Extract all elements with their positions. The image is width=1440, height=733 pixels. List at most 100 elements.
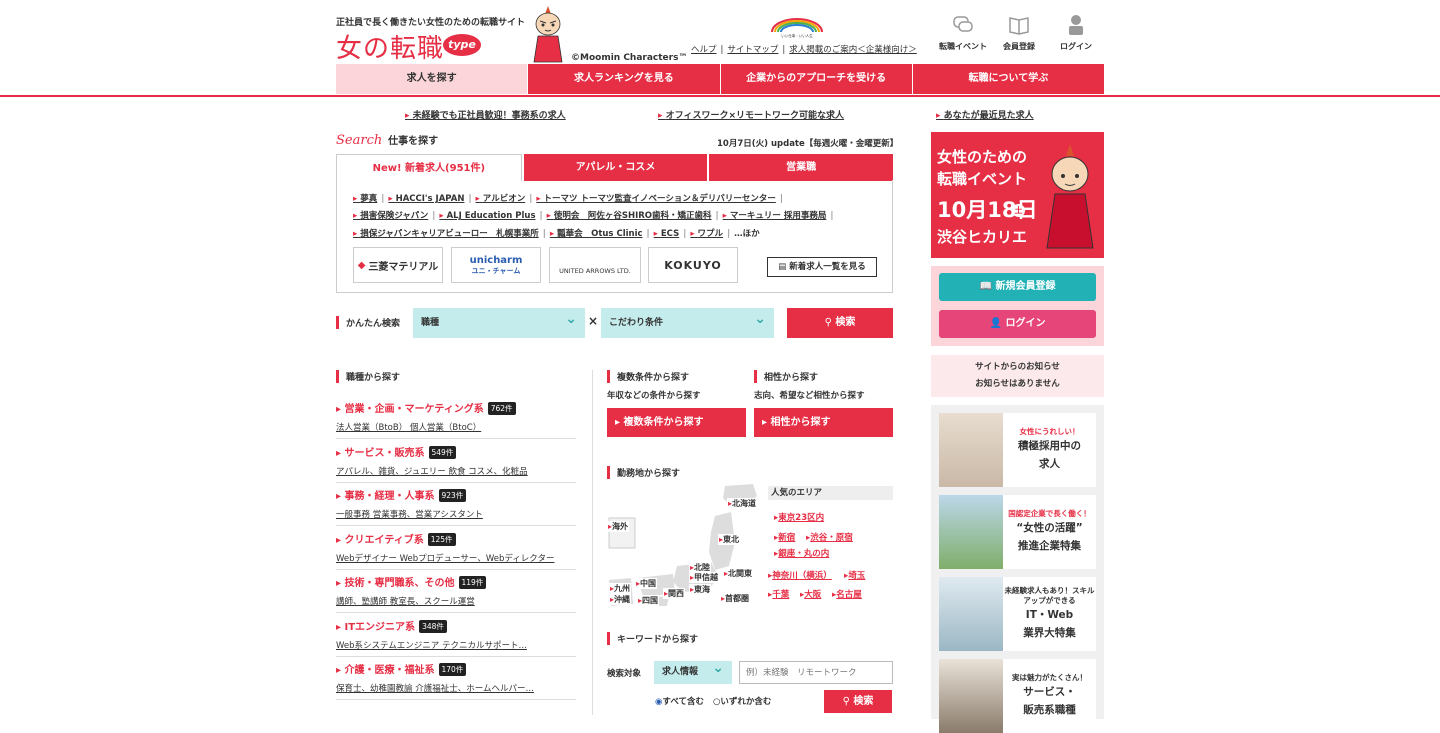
sublink-inexperienced[interactable]: 未経験でも正社員歓迎！事務系の求人 xyxy=(405,108,566,121)
easy-search-button[interactable]: ⚲ 検索 xyxy=(787,308,893,338)
area-nagoya[interactable]: 名古屋 xyxy=(832,588,862,600)
category-sub-links[interactable]: 保育士、幼稚園教諭 介護福祉士、ホームヘルパー… xyxy=(336,682,576,700)
pref-shikoku[interactable]: 四国 xyxy=(637,595,660,606)
site-header: 正社員で長く働きたい女性のための転職サイト 女の転職 type ©Moomin … xyxy=(0,0,1440,97)
job-tabs: New! 新着求人(951件) アパレル・コスメ 営業職 xyxy=(336,154,894,181)
area-chiba[interactable]: 千葉 xyxy=(768,588,789,600)
radio-any[interactable]: ○いずれか含む xyxy=(713,697,771,707)
pref-hokkaido[interactable]: 北海道 xyxy=(727,498,758,509)
help-link[interactable]: ヘルプ xyxy=(691,45,717,55)
logo-badge[interactable]: type xyxy=(443,34,481,56)
building-photo xyxy=(939,495,1003,569)
keyword-input[interactable] xyxy=(739,661,893,684)
category-sub-links[interactable]: 講師、塾講師 教室長、スクール運営 xyxy=(336,595,576,613)
event-header-label: 転職イベント xyxy=(939,42,987,51)
company-link[interactable]: 損害保険ジャパン xyxy=(353,211,428,221)
category-link[interactable]: 技術・専門職系、その他 xyxy=(336,578,455,589)
category-link[interactable]: サービス・販売系 xyxy=(336,448,425,459)
category-link[interactable]: 介護・医療・福祉系 xyxy=(336,665,435,676)
tab-apparel[interactable]: アパレル・コスメ xyxy=(523,154,708,181)
category-sub-links[interactable]: 法人営業（BtoB） 個人営業（BtoC） xyxy=(336,421,576,439)
logo-unicharm[interactable]: unicharm ユニ・チャーム xyxy=(451,247,541,283)
condition-select[interactable]: こだわり条件 xyxy=(601,304,774,338)
tab-new[interactable]: New! 新着求人(951件) xyxy=(336,154,522,181)
area-saitama[interactable]: 埼玉 xyxy=(844,569,865,581)
recruit-guide-link[interactable]: 求人掲載のご案内＜企業様向け＞ xyxy=(789,45,917,55)
login-button[interactable]: 👤 ログイン xyxy=(939,310,1096,338)
company-link[interactable]: 徳明会 阿佐ヶ谷SHIRO歯科・矯正歯科 xyxy=(547,211,712,221)
company-link[interactable]: 瓢華会 Otus Clinic xyxy=(550,229,643,239)
top-links: ヘルプ | サイトマップ | 求人掲載のご案内＜企業様向け＞ xyxy=(691,45,917,55)
pref-shutoken[interactable]: 首都圏 xyxy=(720,593,751,604)
company-link[interactable]: ワプル xyxy=(690,229,723,239)
feature-card[interactable]: 国認定企業で長く働く！ “女性の活躍” 推進企業特集 xyxy=(939,495,1096,569)
pref-tokai[interactable]: 東海 xyxy=(689,584,712,595)
company-link[interactable]: アルビオン xyxy=(476,194,526,204)
logo-mitsubishi[interactable]: ◆ 三菱マテリアル xyxy=(353,247,443,283)
book-icon: 📖 xyxy=(979,281,996,292)
radio-all[interactable]: ◉すべて含む xyxy=(655,697,704,707)
category-link[interactable]: ITエンジニア系 xyxy=(336,622,415,633)
event-header-button[interactable]: 転職イベント xyxy=(937,14,989,52)
pref-kitakanto[interactable]: 北関東 xyxy=(723,568,754,579)
copyright-text: ©Moomin Characters™ xyxy=(571,53,688,63)
category-sub-links[interactable]: アパレル、雑貨、ジュエリー 飲食 コスメ、化粧品 xyxy=(336,465,576,483)
new-jobs-list-button[interactable]: ▤ 新着求人一覧を見る xyxy=(767,257,877,277)
logo-kokuyo[interactable]: KOKUYO xyxy=(648,247,738,283)
category-sub-links[interactable]: 一般事務 営業事務、営業アシスタント xyxy=(336,508,576,526)
category-link[interactable]: 営業・企画・マーケティング系 xyxy=(336,404,484,415)
category-link[interactable]: 事務・経理・人事系 xyxy=(336,491,435,502)
feature-card[interactable]: 実は魅力がたくさん！ サービス・ 販売系職種 xyxy=(939,659,1096,733)
site-logo[interactable]: 女の転職 xyxy=(336,28,444,65)
area-ginza[interactable]: 銀座・丸の内 xyxy=(774,547,829,559)
pref-okinawa[interactable]: 沖縄 xyxy=(609,594,632,605)
feature-line1: IT・Web xyxy=(1025,609,1074,621)
nav-approach[interactable]: 企業からのアプローチを受ける xyxy=(719,64,912,94)
nav-job-search[interactable]: 求人を探す xyxy=(336,64,528,94)
feature-card[interactable]: 未経験求人もあり！スキルアップができる IT・Web 業界大特集 xyxy=(939,577,1096,651)
register-header-button[interactable]: 会員登録 xyxy=(993,14,1045,52)
area-osaka[interactable]: 大阪 xyxy=(800,588,821,600)
company-link[interactable]: ECS xyxy=(654,229,680,239)
category-count: 125件 xyxy=(427,532,456,546)
category-sub-links[interactable]: Web系システムエンジニア テクニカルサポート… xyxy=(336,639,576,657)
pref-tohoku[interactable]: 東北 xyxy=(718,534,741,545)
pref-kansai[interactable]: 関西 xyxy=(663,588,686,599)
company-link[interactable]: トーマツ トーマツ監査イノベーション＆デリバリーセンター xyxy=(536,194,776,204)
keyword-search-button[interactable]: ⚲ 検索 xyxy=(824,690,892,713)
company-link[interactable]: ALJ Education Plus xyxy=(439,211,535,221)
job-type-select[interactable]: 職種 xyxy=(413,304,585,338)
area-shinjuku[interactable]: 新宿 xyxy=(774,531,795,543)
nav-learn[interactable]: 転職について学ぶ xyxy=(911,64,1104,94)
compat-search-button[interactable]: ▸ 相性から探す xyxy=(754,408,893,437)
company-link[interactable]: HACCI's JAPAN xyxy=(388,194,464,204)
feature-card[interactable]: 女性にうれしい！ 積極採用中の 求人 xyxy=(939,413,1096,487)
tab-sales[interactable]: 営業職 xyxy=(709,154,894,181)
event-banner[interactable]: 女性のための 転職イベント 10月18日 土 渋谷ヒカリエ xyxy=(931,132,1104,258)
area-shibuya[interactable]: 渋谷・原宿 xyxy=(806,531,853,543)
popular-areas: 東京23区内 新宿 渋谷・原宿 銀座・丸の内 神奈川（横浜） 埼玉 千葉 大阪 … xyxy=(768,505,893,605)
register-button[interactable]: 📖 新規会員登録 xyxy=(939,273,1096,301)
category-sub-links[interactable]: Webデザイナー Webプロデューサー、Webディレクター xyxy=(336,552,576,570)
company-link[interactable]: 損保ジャパンキャリアビューロー 札幌事業所 xyxy=(353,229,539,239)
company-link[interactable]: マーキュリー 採用事務局 xyxy=(723,211,827,221)
nav-ranking[interactable]: 求人ランキングを見る xyxy=(527,64,720,94)
area-kanagawa[interactable]: 神奈川（横浜） xyxy=(768,569,832,581)
pref-chugoku[interactable]: 中国 xyxy=(635,578,658,589)
new-jobs-list-label: 新着求人一覧を見る xyxy=(789,262,866,272)
sublink-recent[interactable]: あなたが最近見た求人 xyxy=(936,108,1034,121)
keyword-target-select[interactable]: 求人情報 xyxy=(654,657,732,684)
login-header-button[interactable]: ログイン xyxy=(1050,14,1102,52)
logo-united-arrows[interactable]: UNITED ARROWS LTD. xyxy=(549,247,641,283)
company-link[interactable]: 夢真 xyxy=(353,194,377,204)
search-script: Search xyxy=(336,133,383,148)
sitemap-link[interactable]: サイトマップ xyxy=(727,45,778,55)
pref-overseas[interactable]: 海外 xyxy=(607,521,630,532)
category-link[interactable]: クリエイティブ系 xyxy=(336,535,424,546)
compat-desc: 志向、希望など相性から探す xyxy=(754,391,865,401)
pref-kyushu[interactable]: 九州 xyxy=(609,583,632,594)
multi-search-button[interactable]: ▸ 複数条件から探す xyxy=(607,408,746,437)
sublink-remote[interactable]: オフィスワーク×リモートワーク可能な求人 xyxy=(658,108,844,121)
area-tokyo23[interactable]: 東京23区内 xyxy=(774,511,824,523)
pref-koshinetsu[interactable]: 甲信越 xyxy=(689,572,720,583)
